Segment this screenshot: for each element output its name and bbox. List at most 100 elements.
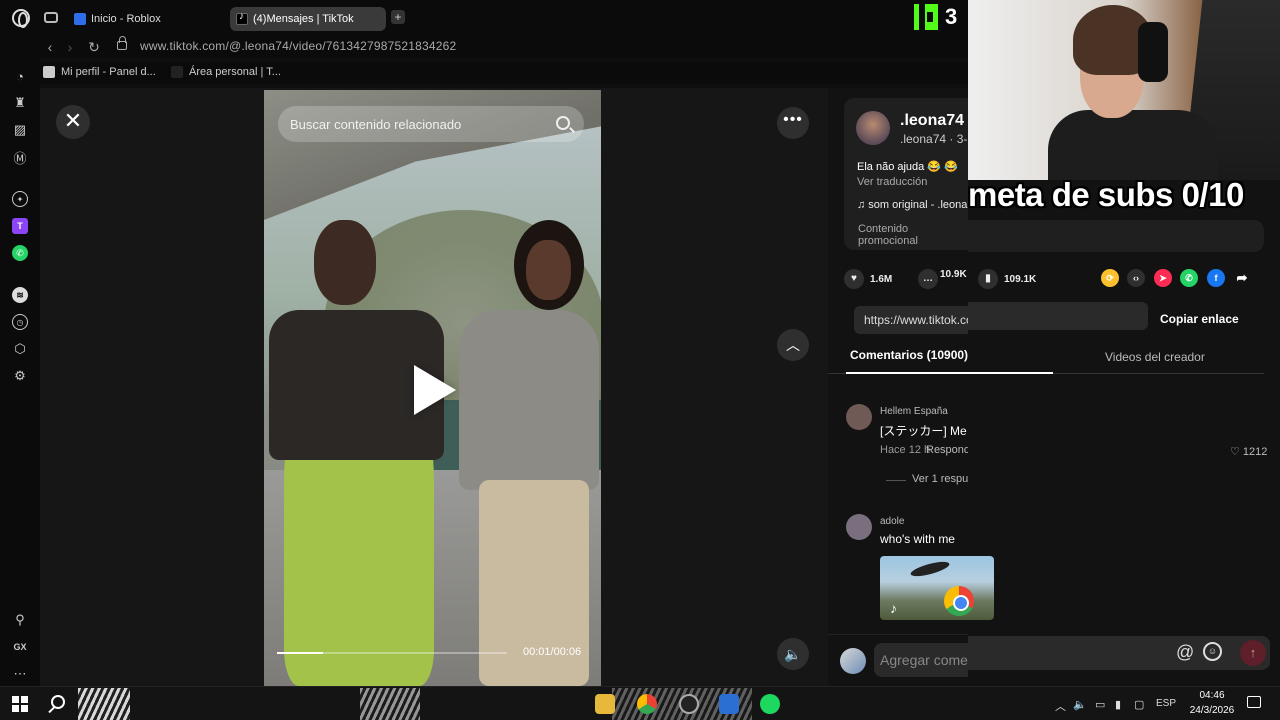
see-translation-link[interactable]: Ver traducción bbox=[857, 176, 927, 188]
more-options-button[interactable]: ••• bbox=[777, 107, 809, 139]
commenter-name[interactable]: Hellem España bbox=[880, 406, 948, 417]
share-link-text: https://www.tiktok.com/@.leona74/video/7… bbox=[864, 313, 968, 327]
tab-label: (4)Mensajes | TikTok bbox=[253, 13, 354, 25]
post-info-card: .leona74 .leona74 · 3- Ela não ajuda 😂 😂… bbox=[844, 98, 973, 250]
microphone-tray-icon[interactable]: ▮ bbox=[1115, 698, 1121, 711]
taskbar-glitch bbox=[360, 688, 420, 720]
tab-roblox[interactable]: Inicio - Roblox bbox=[68, 7, 224, 31]
network-tray-icon[interactable]: ▭ bbox=[1095, 698, 1105, 711]
whatsapp-share-icon[interactable]: ✆ bbox=[1180, 269, 1198, 287]
gx-corner-icon[interactable]: ▨ bbox=[12, 122, 28, 138]
bookmark-item[interactable]: Área personal | T... bbox=[171, 66, 281, 78]
repost-icon[interactable]: ⟳ bbox=[1101, 269, 1119, 287]
tab-comments[interactable]: Comentarios (10900) bbox=[850, 348, 968, 362]
my-avatar bbox=[840, 648, 866, 674]
video-player[interactable]: Buscar contenido relacionado 00:01/00:06 bbox=[264, 90, 601, 686]
reload-icon[interactable]: ↻ bbox=[86, 39, 102, 56]
gx-control-icon[interactable]: ♜ bbox=[12, 95, 28, 111]
video-person-left-head bbox=[314, 220, 376, 305]
subscriber-goal-text: meta de subs 0/10 bbox=[968, 176, 1244, 213]
related-search-input[interactable]: Buscar contenido relacionado bbox=[278, 106, 584, 142]
taskbar-search-icon[interactable] bbox=[51, 695, 65, 709]
kick-viewer-count: 3 bbox=[945, 4, 958, 29]
author-username[interactable]: .leona74 bbox=[900, 112, 964, 130]
author-avatar[interactable] bbox=[856, 111, 890, 145]
bookmark-label: Mi perfil - Panel d... bbox=[61, 66, 156, 78]
send-comment-button[interactable]: ↑ bbox=[1240, 640, 1266, 666]
promo-label: Contenido promocional bbox=[858, 223, 918, 247]
search-icon[interactable] bbox=[556, 116, 570, 130]
clock-time[interactable]: 04:46 bbox=[1196, 690, 1228, 701]
pin-icon[interactable]: ⚲ bbox=[12, 612, 28, 628]
opera-gx-logo-icon[interactable] bbox=[12, 9, 30, 28]
like-button[interactable]: ♥ 1.6M bbox=[844, 269, 892, 289]
url-field[interactable]: www.tiktok.com/@.leona74/video/761342798… bbox=[140, 39, 456, 53]
tab-island-icon[interactable] bbox=[44, 12, 58, 23]
windows-start-icon[interactable] bbox=[12, 696, 28, 712]
volume-button[interactable]: 🔈 bbox=[777, 638, 809, 670]
twitch-icon[interactable]: T bbox=[12, 218, 28, 234]
post-description: Ela não ajuda 😂 😂 bbox=[857, 161, 958, 173]
back-arrow-icon[interactable]: ‹ bbox=[42, 39, 58, 55]
mention-icon[interactable]: @ bbox=[1176, 642, 1194, 663]
snipping-tool-icon[interactable] bbox=[719, 694, 739, 714]
monitor-tray-icon[interactable]: ▢ bbox=[1134, 698, 1144, 711]
tiktok-favicon-icon bbox=[236, 11, 248, 25]
opera-gx-icon[interactable] bbox=[679, 694, 699, 714]
comment-gif-thumbnail[interactable]: ♪ bbox=[880, 556, 994, 620]
video-progress-bar[interactable] bbox=[277, 652, 507, 654]
tray-chevron-icon[interactable]: ︿ bbox=[1055, 698, 1066, 714]
lock-icon[interactable] bbox=[117, 36, 127, 50]
more-options-icon[interactable]: ⋯ bbox=[12, 666, 28, 682]
send-to-friends-icon[interactable]: ➤ bbox=[1154, 269, 1172, 287]
history-icon[interactable]: ◷ bbox=[12, 314, 28, 330]
spotify-icon[interactable]: ≋ bbox=[12, 287, 28, 303]
volume-tray-icon[interactable]: 🔈 bbox=[1073, 698, 1087, 711]
spotify-taskbar-icon[interactable] bbox=[760, 694, 780, 714]
bookmark-item[interactable]: Mi perfil - Panel d... bbox=[43, 66, 156, 78]
copy-link-button[interactable]: Copiar enlace bbox=[1160, 312, 1239, 326]
browser-tab-bar: Inicio - Roblox (4)Mensajes | TikTok + bbox=[0, 0, 968, 36]
video-progress-fill bbox=[277, 652, 323, 654]
commenter-avatar[interactable] bbox=[846, 514, 872, 540]
new-tab-button[interactable]: + bbox=[391, 10, 405, 24]
notification-center-icon[interactable] bbox=[1247, 696, 1261, 708]
extensions-icon[interactable]: ⬡ bbox=[12, 341, 28, 357]
comment-input[interactable]: Agregar comentario... bbox=[874, 643, 1015, 677]
commenter-avatar[interactable] bbox=[846, 404, 872, 430]
chrome-icon[interactable] bbox=[637, 694, 657, 714]
emoji-icon[interactable]: ☺ bbox=[1203, 642, 1222, 661]
comment-input-right[interactable] bbox=[968, 636, 1270, 670]
play-icon[interactable] bbox=[414, 365, 456, 415]
forward-arrow-icon[interactable]: › bbox=[62, 39, 78, 55]
panel-tabs: Comentarios (10900) bbox=[828, 338, 968, 374]
file-explorer-icon[interactable] bbox=[595, 694, 615, 714]
music-link[interactable]: ♫ som original - .leona7 bbox=[857, 199, 973, 211]
messenger-icon[interactable]: Ⓜ bbox=[12, 149, 28, 166]
previous-video-button[interactable]: ︿ bbox=[777, 329, 809, 361]
share-link-box[interactable]: https://www.tiktok.com/@.leona74/video/7… bbox=[854, 306, 968, 334]
embed-code-icon[interactable]: ‹› bbox=[1127, 269, 1145, 287]
share-link-box-right[interactable] bbox=[968, 302, 1148, 330]
tab-creator-videos[interactable]: Videos del creador bbox=[1105, 350, 1205, 364]
commenter-name[interactable]: adole bbox=[880, 516, 904, 527]
chatgpt-icon[interactable]: ✦ bbox=[12, 191, 28, 207]
tab-tiktok[interactable]: (4)Mensajes | TikTok bbox=[230, 7, 386, 31]
search-placeholder: Buscar contenido relacionado bbox=[290, 117, 462, 132]
tiktok-video-page: ✕ ••• ︿ 🔈 Buscar contenido relacionado 0… bbox=[40, 88, 1114, 686]
clock-date[interactable]: 24/3/2026 bbox=[1186, 705, 1238, 716]
whatsapp-icon[interactable]: ✆ bbox=[12, 245, 28, 261]
close-button[interactable]: ✕ bbox=[56, 105, 90, 139]
active-tab-indicator-right bbox=[968, 372, 1053, 374]
comment-like-button[interactable]: ♡ 1212 bbox=[1230, 445, 1267, 458]
language-indicator[interactable]: ESP bbox=[1156, 698, 1176, 709]
save-button[interactable]: ▮ 109.1K bbox=[978, 269, 1036, 289]
facebook-share-icon[interactable]: f bbox=[1207, 269, 1225, 287]
webcam-shirt bbox=[1048, 110, 1218, 180]
speed-dial-icon[interactable]: ◔ bbox=[12, 68, 28, 84]
settings-gear-icon[interactable]: ⚙ bbox=[12, 368, 28, 384]
replies-divider bbox=[886, 480, 906, 481]
more-share-arrow-icon[interactable]: ➦ bbox=[1233, 269, 1251, 287]
gx-logo-icon[interactable]: GX bbox=[12, 639, 28, 655]
tab-label: Inicio - Roblox bbox=[91, 13, 161, 25]
